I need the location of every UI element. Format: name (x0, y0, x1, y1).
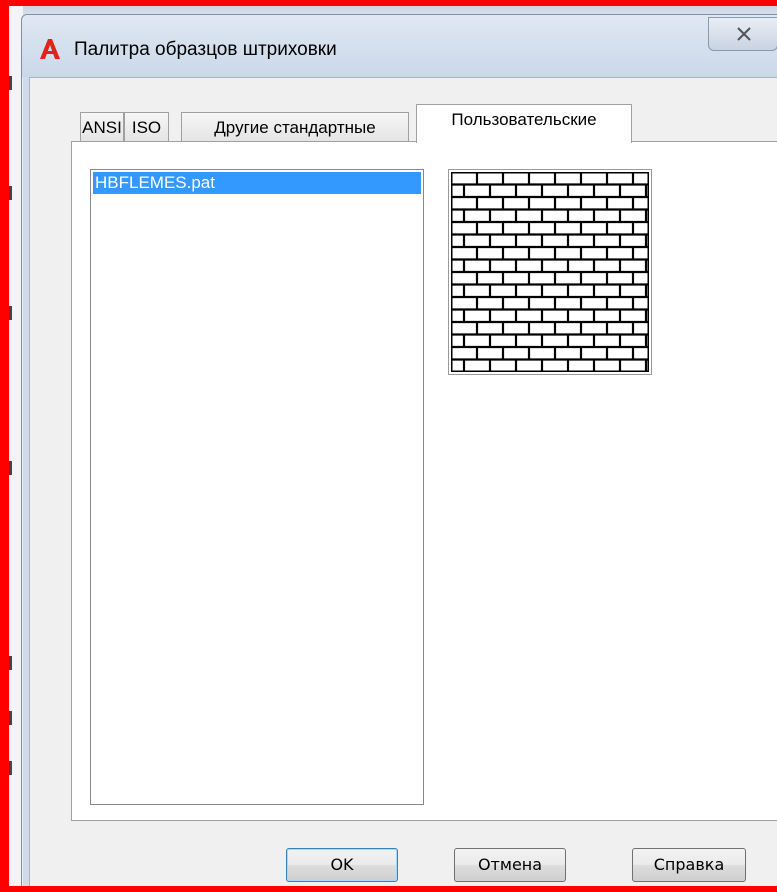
pattern-preview (448, 169, 652, 375)
screen-area: Палитра образцов штриховки ANSI ISO Друг… (9, 6, 777, 886)
cancel-button[interactable]: Отмена (454, 848, 566, 882)
tab-label: ANSI (82, 118, 122, 137)
tab-label: Другие стандартные (214, 118, 376, 137)
background-mark (9, 711, 12, 725)
dialog-title: Палитра образцов штриховки (74, 39, 337, 60)
dialog-client-area: ANSI ISO Другие стандартные Пользователь… (29, 77, 777, 886)
background-mark (9, 76, 12, 90)
close-icon (737, 27, 751, 41)
tab-ansi[interactable]: ANSI (80, 112, 124, 142)
background-mark (9, 306, 12, 320)
background-mark (9, 656, 12, 670)
tab-custom[interactable]: Пользовательские (416, 104, 632, 143)
tab-panel-custom: HBFLEMES.pat (71, 141, 777, 821)
hatch-pattern-palette-dialog: Палитра образцов штриховки ANSI ISO Друг… (21, 14, 777, 886)
list-item[interactable]: HBFLEMES.pat (93, 172, 421, 194)
pattern-listbox[interactable]: HBFLEMES.pat (90, 169, 424, 805)
close-button[interactable] (708, 17, 777, 51)
ok-button[interactable]: OK (286, 848, 398, 882)
tab-label: Пользовательские (451, 110, 597, 129)
title-bar[interactable]: Палитра образцов штриховки (22, 15, 777, 77)
tab-label: ISO (131, 118, 162, 137)
background-mark (9, 761, 12, 775)
brick-icon (451, 172, 649, 372)
help-button[interactable]: Справка (632, 848, 746, 882)
tab-other-standard[interactable]: Другие стандартные (181, 112, 409, 142)
background-mark (9, 186, 12, 200)
tab-iso[interactable]: ISO (124, 112, 169, 142)
autocad-logo-icon (40, 39, 60, 59)
background-mark (9, 461, 12, 475)
